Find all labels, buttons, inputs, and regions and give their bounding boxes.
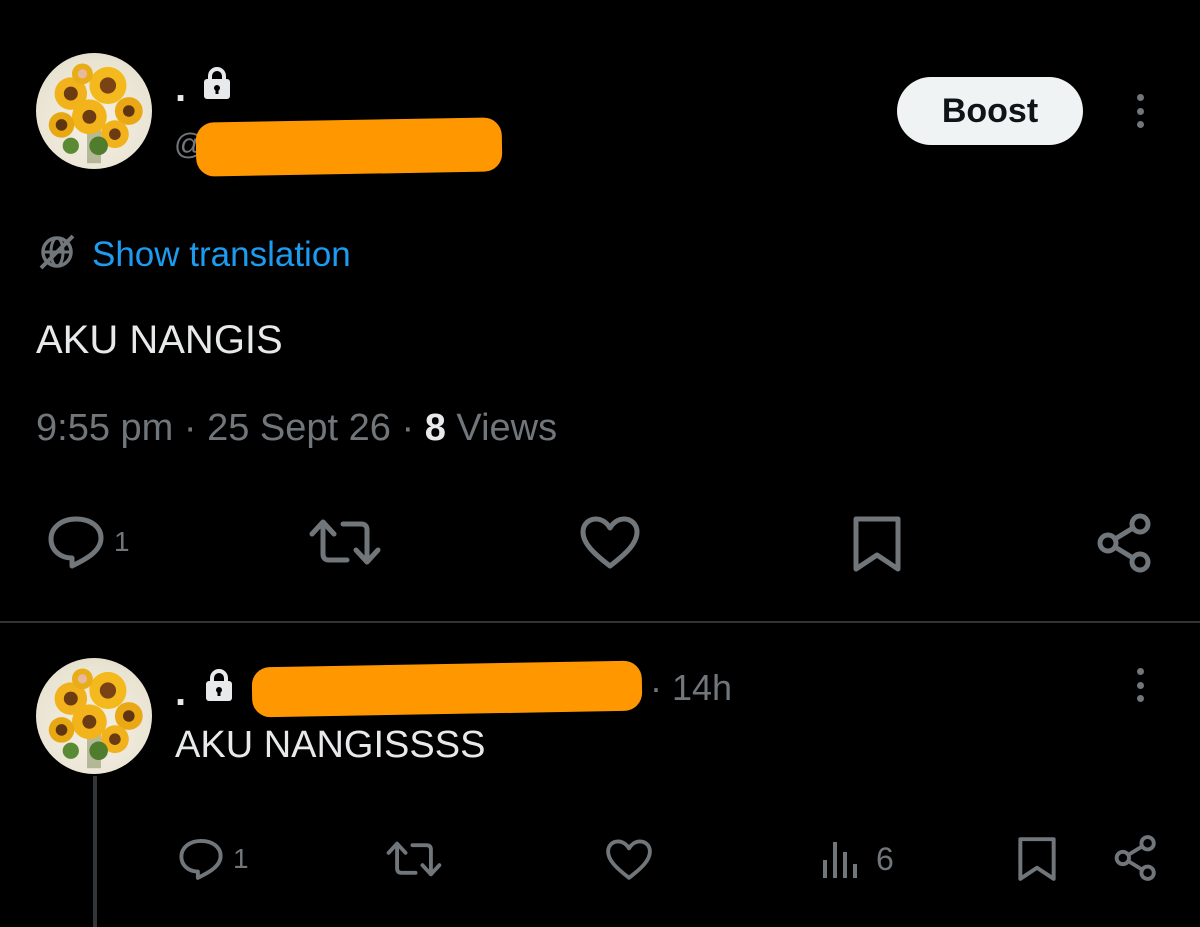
share-button[interactable] xyxy=(1112,834,1160,882)
show-translation-label[interactable]: Show translation xyxy=(92,235,351,275)
divider xyxy=(0,621,1200,623)
lock-icon xyxy=(201,66,233,100)
reply-icon xyxy=(177,837,225,881)
redacted-handle xyxy=(251,660,643,718)
reply-avatar[interactable] xyxy=(36,658,152,774)
separator-dot: · xyxy=(183,407,208,449)
reply-count: 1 xyxy=(114,526,130,557)
bookmark-icon xyxy=(852,515,902,573)
share-icon xyxy=(1094,512,1156,574)
reply-icon xyxy=(46,514,106,570)
views-button[interactable]: 6 xyxy=(820,838,894,880)
views-count: 8 xyxy=(424,407,446,449)
post-meta: 9:55 pm · 25 Sept 26 · 8 Views xyxy=(36,407,557,450)
share-icon xyxy=(1112,834,1160,882)
separator-dot: · xyxy=(401,407,425,449)
bookmark-button[interactable] xyxy=(852,515,902,573)
share-button[interactable] xyxy=(1094,512,1156,574)
like-button[interactable] xyxy=(579,516,641,570)
show-translation-link[interactable]: Show translation xyxy=(36,231,351,278)
post-time[interactable]: 9:55 pm xyxy=(36,407,173,449)
reply-button[interactable]: 1 xyxy=(177,837,249,881)
bookmark-icon xyxy=(1017,836,1057,882)
repost-button[interactable] xyxy=(309,516,381,568)
views-count: 6 xyxy=(876,840,894,877)
display-name[interactable]: . xyxy=(175,68,186,108)
boost-button[interactable]: Boost xyxy=(897,77,1083,145)
repost-button[interactable] xyxy=(386,839,442,879)
thread-line xyxy=(93,776,97,927)
like-button[interactable] xyxy=(605,839,653,881)
reply-display-name[interactable]: . xyxy=(175,672,186,712)
more-options-icon[interactable] xyxy=(1134,668,1146,702)
repost-icon xyxy=(309,516,381,568)
bookmark-button[interactable] xyxy=(1017,836,1057,882)
analytics-icon xyxy=(820,838,862,880)
post-date[interactable]: 25 Sept 26 xyxy=(207,407,391,449)
avatar[interactable] xyxy=(36,53,152,169)
redacted-handle xyxy=(195,117,503,177)
reply-button[interactable]: 1 xyxy=(46,514,130,570)
globe-slash-icon xyxy=(36,231,78,278)
heart-icon xyxy=(579,516,641,570)
lock-icon xyxy=(203,668,235,702)
views-label: Views xyxy=(456,407,558,449)
heart-icon xyxy=(605,839,653,881)
reply-time[interactable]: · 14h xyxy=(650,667,732,709)
more-options-icon[interactable] xyxy=(1134,94,1146,128)
reply-count: 1 xyxy=(233,843,249,874)
post-text: AKU NANGIS xyxy=(36,318,283,362)
repost-icon xyxy=(386,839,442,879)
reply-text: AKU NANGISSSS xyxy=(175,724,486,766)
